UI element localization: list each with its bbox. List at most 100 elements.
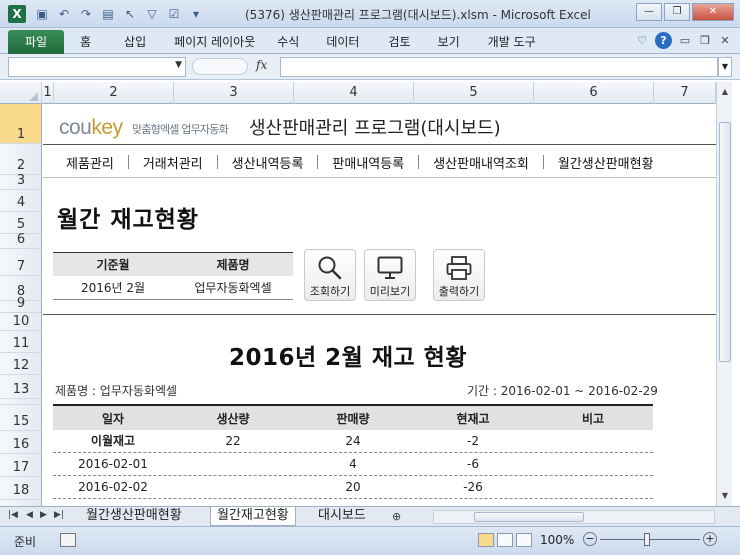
- workbook-minimize-icon[interactable]: ▭: [678, 34, 692, 47]
- preview-button[interactable]: 미리보기: [364, 249, 416, 301]
- column-header-2[interactable]: 2: [54, 82, 174, 104]
- worksheet[interactable]: coukey 맞춤형엑셀 업무자동화 생산판매관리 프로그램(대시보드) 제품관…: [43, 104, 716, 506]
- nav-client-management[interactable]: 거래처관리: [143, 153, 203, 172]
- tab-page-layout[interactable]: 페이지 레이아웃: [174, 33, 255, 50]
- restore-button[interactable]: ❐: [664, 3, 690, 21]
- page-break-view-icon[interactable]: [516, 533, 532, 547]
- sheet-tab-monthly-production-sales[interactable]: 월간생산판매현황: [80, 507, 188, 526]
- chevron-down-icon[interactable]: ▼: [175, 60, 182, 70]
- nav-production-sales-inquiry[interactable]: 생산판매내역조회: [433, 153, 529, 172]
- cell-sales[interactable]: 24: [293, 430, 413, 452]
- close-button[interactable]: ✕: [692, 3, 734, 21]
- formula-input[interactable]: [280, 57, 718, 77]
- tab-insert[interactable]: 삽입: [124, 33, 146, 50]
- excel-app-icon[interactable]: X: [8, 5, 26, 23]
- prev-sheet-icon[interactable]: ◀: [26, 510, 33, 520]
- row-header-5[interactable]: 5: [0, 212, 41, 234]
- customize-qat-icon[interactable]: ▾: [188, 6, 204, 22]
- tab-data[interactable]: 데이터: [326, 33, 359, 50]
- cell-stock[interactable]: -6: [413, 453, 533, 475]
- cell-stock[interactable]: -26: [413, 476, 533, 498]
- row-header-17[interactable]: 17: [0, 454, 41, 477]
- zoom-out-icon[interactable]: −: [583, 532, 597, 546]
- column-header-7[interactable]: 7: [654, 82, 716, 104]
- zoom-in-icon[interactable]: +: [703, 532, 717, 546]
- workbook-close-icon[interactable]: ✕: [718, 34, 732, 47]
- first-sheet-icon[interactable]: |◀: [8, 510, 18, 520]
- cell-stock[interactable]: -2: [413, 430, 533, 452]
- tab-formulas[interactable]: 수식: [277, 33, 299, 50]
- horizontal-scroll-thumb[interactable]: [474, 512, 584, 522]
- cell-production[interactable]: 22: [173, 430, 293, 452]
- page-layout-view-icon[interactable]: [497, 533, 513, 547]
- nav-production-entry[interactable]: 생산내역등록: [232, 153, 304, 172]
- zoom-slider-knob[interactable]: [644, 533, 650, 546]
- sheet-tab-monthly-inventory[interactable]: 월간재고현황: [210, 507, 296, 526]
- column-header-5[interactable]: 5: [414, 82, 534, 104]
- cursor-icon[interactable]: ↖: [122, 6, 138, 22]
- zoom-level[interactable]: 100%: [540, 533, 574, 547]
- select-all-corner[interactable]: [0, 82, 42, 104]
- vertical-scroll-thumb[interactable]: [719, 122, 731, 362]
- row-header-2[interactable]: 2: [0, 144, 41, 175]
- row-header-6[interactable]: 6: [0, 232, 41, 249]
- tab-developer[interactable]: 개발 도구: [488, 33, 536, 50]
- form-icon[interactable]: ▤: [100, 6, 116, 22]
- undo-icon[interactable]: ↶: [56, 6, 72, 22]
- horizontal-scrollbar[interactable]: [433, 510, 715, 524]
- checklist-icon[interactable]: ☑: [166, 6, 182, 22]
- row-header-9[interactable]: 9: [0, 296, 41, 313]
- cell-sales[interactable]: 4: [293, 453, 413, 475]
- row-header-16[interactable]: 16: [0, 431, 41, 454]
- expand-formula-bar-icon[interactable]: ▼: [718, 57, 732, 77]
- row-header-11[interactable]: 11: [0, 331, 41, 353]
- scroll-up-icon[interactable]: ▲: [717, 84, 733, 100]
- row-header-7[interactable]: 7: [0, 249, 41, 276]
- zoom-slider-track[interactable]: [600, 539, 700, 540]
- row-header-15[interactable]: 15: [0, 405, 41, 431]
- macro-record-icon[interactable]: [60, 533, 76, 547]
- workbook-restore-icon[interactable]: ❐: [698, 34, 712, 47]
- cell-date[interactable]: 이월재고: [53, 430, 173, 452]
- cell-date[interactable]: 2016-02-02: [53, 476, 173, 498]
- cell-date[interactable]: 2016-02-01: [53, 453, 173, 475]
- nav-product-management[interactable]: 제품관리: [66, 153, 114, 172]
- tab-view[interactable]: 보기: [438, 33, 460, 50]
- nav-sales-entry[interactable]: 판매내역등록: [332, 153, 404, 172]
- tab-home[interactable]: 홈: [80, 33, 91, 50]
- collapse-ribbon-icon[interactable]: ♡: [635, 34, 649, 47]
- vertical-scrollbar[interactable]: ▲ ▼: [716, 82, 732, 506]
- cell-remarks[interactable]: [533, 476, 653, 498]
- print-button[interactable]: 출력하기: [433, 249, 485, 301]
- row-header-3[interactable]: 3: [0, 173, 41, 190]
- row-header-4[interactable]: 4: [0, 190, 41, 212]
- insert-function-icon[interactable]: fx: [256, 58, 267, 72]
- cell-remarks[interactable]: [533, 430, 653, 452]
- row-header-10[interactable]: 10: [0, 313, 41, 331]
- help-icon[interactable]: ?: [655, 32, 672, 49]
- filter-product-cell[interactable]: 업무자동화엑셀: [173, 276, 293, 299]
- column-header-3[interactable]: 3: [174, 82, 294, 104]
- sheet-tab-dashboard[interactable]: 대시보드: [312, 507, 372, 526]
- minimize-button[interactable]: —: [636, 3, 662, 21]
- nav-monthly-production-sales[interactable]: 월간생산판매현황: [558, 153, 654, 172]
- cell-production[interactable]: [173, 453, 293, 475]
- insert-sheet-icon[interactable]: ⊕: [392, 510, 401, 523]
- name-box[interactable]: ▼: [8, 57, 186, 77]
- redo-icon[interactable]: ↷: [78, 6, 94, 22]
- next-sheet-icon[interactable]: ▶: [40, 510, 47, 520]
- filter-icon[interactable]: ▽: [144, 6, 160, 22]
- file-tab[interactable]: 파일: [8, 30, 64, 54]
- column-header-4[interactable]: 4: [294, 82, 414, 104]
- row-header-12[interactable]: 12: [0, 353, 41, 375]
- cell-sales[interactable]: 20: [293, 476, 413, 498]
- normal-view-icon[interactable]: [478, 533, 494, 547]
- tab-review[interactable]: 검토: [388, 33, 410, 50]
- filter-month-cell[interactable]: 2016년 2월: [53, 276, 173, 299]
- row-header-1[interactable]: 1: [0, 104, 41, 144]
- cell-production[interactable]: [173, 476, 293, 498]
- last-sheet-icon[interactable]: ▶|: [54, 510, 64, 520]
- row-header-13[interactable]: 13: [0, 375, 41, 399]
- save-icon[interactable]: ▣: [34, 6, 50, 22]
- column-header-6[interactable]: 6: [534, 82, 654, 104]
